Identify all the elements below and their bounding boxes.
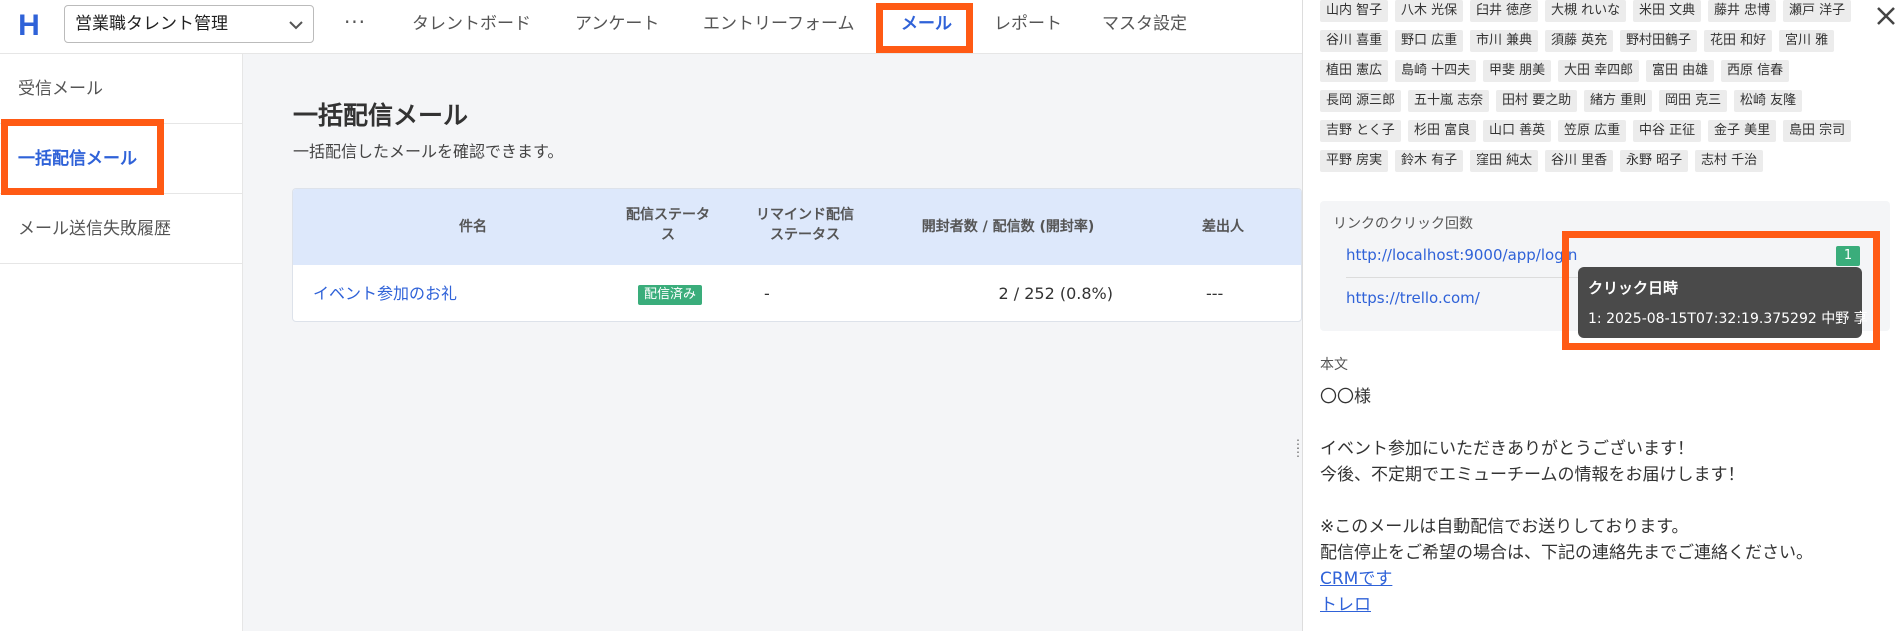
nav-master-settings[interactable]: マスタ設定 bbox=[1102, 0, 1187, 48]
mail-body-line: ※このメールは自動配信でお送りしております。 bbox=[1320, 517, 1689, 537]
recipient-chip: 山内 智子 bbox=[1320, 0, 1389, 22]
recipient-chip: 吉野 とく子 bbox=[1320, 120, 1401, 142]
recipient-chip: 甲斐 朋美 bbox=[1483, 60, 1552, 82]
recipient-chip: 田村 要之助 bbox=[1496, 90, 1578, 112]
mail-body-line: 〇〇様 bbox=[1320, 387, 1371, 407]
recipient-chip: 大田 幸四郎 bbox=[1558, 60, 1640, 82]
recipient-chip: 野口 広重 bbox=[1395, 30, 1464, 52]
recipient-chip: 窪田 純太 bbox=[1470, 150, 1539, 172]
sidebar-item-inbox[interactable]: 受信メール bbox=[0, 54, 242, 124]
table-header: 件名 配信ステータス リマインド配信ステータス 開封者数 / 配信数 (開封率)… bbox=[293, 189, 1301, 265]
chevron-down-icon bbox=[289, 21, 303, 30]
highlight-frame-tooltip bbox=[1562, 231, 1880, 350]
table-row-reminder: - bbox=[764, 284, 770, 303]
recipient-chip: 市川 兼典 bbox=[1470, 30, 1539, 52]
bulk-mail-table: 件名 配信ステータス リマインド配信ステータス 開封者数 / 配信数 (開封率)… bbox=[292, 188, 1302, 322]
recipient-chip: 緒方 重則 bbox=[1584, 90, 1653, 112]
nav-report[interactable]: レポート bbox=[994, 0, 1062, 48]
recipient-chip: 島田 宗司 bbox=[1783, 120, 1852, 142]
recipient-chip: 富田 由雄 bbox=[1646, 60, 1715, 82]
page-description: 一括配信したメールを確認できます。 bbox=[293, 142, 564, 161]
app-logo[interactable]: H bbox=[12, 6, 46, 46]
status-badge: 配信済み bbox=[638, 284, 703, 305]
recipient-chip: 山口 善英 bbox=[1483, 120, 1552, 142]
recipient-chip: 島崎 十四夫 bbox=[1395, 60, 1477, 82]
recipient-chip: 宮川 雅 bbox=[1779, 30, 1835, 52]
header-subject: 件名 bbox=[459, 219, 487, 235]
nav-survey[interactable]: アンケート bbox=[575, 0, 659, 48]
recipient-chip: 大槻 れいな bbox=[1545, 0, 1627, 22]
header-reminder-status: リマインド配信ステータス bbox=[756, 207, 854, 243]
recipient-chip: 中谷 正征 bbox=[1633, 120, 1702, 142]
highlight-frame-sidebar bbox=[1, 119, 164, 195]
recipient-chip: 五十嵐 志奈 bbox=[1408, 90, 1490, 112]
table-row-subject-link[interactable]: イベント参加のお礼 bbox=[313, 265, 457, 321]
mail-body-label: 本文 bbox=[1320, 357, 1348, 373]
header-sender: 差出人 bbox=[1202, 219, 1244, 235]
mail-body-line: 配信停止をご希望の場合は、下記の連絡先までご連絡ください。 bbox=[1320, 543, 1813, 563]
recipient-chip: 永野 昭子 bbox=[1620, 150, 1689, 172]
recipient-chip: 八木 光保 bbox=[1395, 0, 1464, 22]
workspace-select-value: 営業職タレント管理 bbox=[75, 14, 228, 34]
recipient-chip: 金子 美里 bbox=[1708, 120, 1777, 142]
nav-entry-form[interactable]: エントリーフォーム bbox=[703, 0, 854, 48]
top-nav-bar: H 営業職タレント管理 ··· タレントボード アンケート エントリーフォーム … bbox=[0, 0, 1302, 54]
table-row-sender: --- bbox=[1206, 284, 1224, 303]
recipient-chip: 藤井 忠博 bbox=[1708, 0, 1777, 22]
recipient-chip: 鈴木 有子 bbox=[1395, 150, 1464, 172]
resize-handle-icon[interactable]: ⋮ ⋮ bbox=[1292, 438, 1304, 464]
mail-body-line: イベント参加にいただきありがとうございます！ bbox=[1320, 439, 1694, 459]
close-icon[interactable] bbox=[1872, 2, 1900, 30]
mail-body-line: 今後、不定期でエミューチームの情報をお届けします！ bbox=[1320, 465, 1745, 485]
main-content: 一括配信メール 一括配信したメールを確認できます。 件名 配信ステータス リマイ… bbox=[243, 54, 1302, 631]
nav-talent-board[interactable]: タレントボード bbox=[412, 0, 531, 48]
mail-body-link[interactable]: CRMです bbox=[1320, 564, 1392, 589]
recipient-chip: 植田 憲広 bbox=[1320, 60, 1389, 82]
recipient-chip: 志村 千治 bbox=[1695, 150, 1764, 172]
recipient-chip: 笠原 広重 bbox=[1558, 120, 1627, 142]
page-title: 一括配信メール bbox=[293, 101, 469, 130]
recipient-chip: 松崎 友隆 bbox=[1734, 90, 1803, 112]
header-status: 配信ステータス bbox=[626, 207, 710, 243]
recipient-chip: 長岡 源三郎 bbox=[1320, 90, 1402, 112]
table-row-status: 配信済み bbox=[638, 265, 703, 321]
sidebar-item-send-failures[interactable]: メール送信失敗履歴 bbox=[0, 194, 242, 264]
workspace-select[interactable]: 営業職タレント管理 bbox=[64, 5, 314, 43]
recipient-chip: 平野 房実 bbox=[1320, 150, 1389, 172]
recipient-chip: 野村田鶴子 bbox=[1620, 30, 1698, 52]
recipient-chip: 杉田 富良 bbox=[1408, 120, 1477, 142]
click-link-url[interactable]: http://localhost:9000/app/login bbox=[1346, 246, 1577, 264]
recipient-chip: 瀬戸 洋子 bbox=[1783, 0, 1852, 22]
click-link-url[interactable]: https://trello.com/ bbox=[1346, 289, 1480, 307]
link-click-title: リンクのクリック回数 bbox=[1333, 216, 1473, 232]
recipient-chip: 花田 和好 bbox=[1704, 30, 1773, 52]
more-menu-button[interactable]: ··· bbox=[340, 10, 370, 38]
recipient-chip: 須藤 英充 bbox=[1545, 30, 1614, 52]
recipient-chip: 西原 信春 bbox=[1721, 60, 1790, 82]
header-open-rate: 開封者数 / 配信数 (開封率) bbox=[921, 219, 1095, 235]
recipient-chip: 岡田 克三 bbox=[1659, 90, 1728, 112]
recipient-chip: 米田 文典 bbox=[1633, 0, 1702, 22]
table-row-open-rate: 2 / 252 (0.8%) bbox=[998, 284, 1114, 303]
recipient-chip: 臼井 徳彦 bbox=[1470, 0, 1539, 22]
mail-body-link[interactable]: トレロ bbox=[1320, 590, 1371, 615]
recipient-chip: 谷川 里香 bbox=[1545, 150, 1614, 172]
highlight-frame-nav bbox=[876, 3, 973, 53]
recipient-chip: 谷川 喜重 bbox=[1320, 30, 1389, 52]
